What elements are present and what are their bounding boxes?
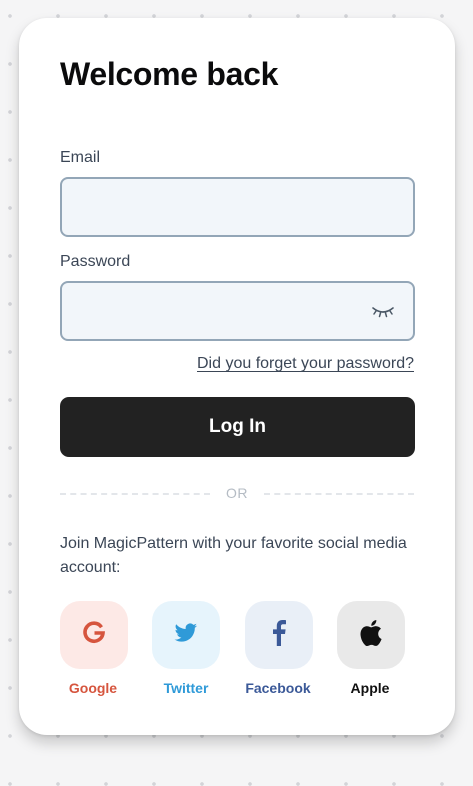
twitter-button[interactable] bbox=[152, 601, 220, 669]
password-label: Password bbox=[60, 253, 131, 270]
login-card: Welcome back Email Password Did you forg… bbox=[19, 18, 455, 735]
email-field[interactable] bbox=[60, 177, 415, 237]
divider-right bbox=[264, 493, 414, 495]
twitter-label: Twitter bbox=[163, 680, 209, 696]
apple-label: Apple bbox=[350, 680, 390, 696]
page-title: Welcome back bbox=[60, 56, 279, 92]
facebook-label: Facebook bbox=[245, 680, 311, 696]
email-label: Email bbox=[60, 149, 101, 166]
password-field[interactable] bbox=[60, 281, 415, 341]
facebook-button[interactable] bbox=[245, 601, 313, 669]
apple-button[interactable] bbox=[337, 601, 405, 669]
google-icon bbox=[81, 620, 107, 651]
twitter-icon bbox=[174, 623, 198, 648]
eye-closed-icon[interactable] bbox=[371, 303, 395, 321]
apple-icon bbox=[360, 619, 382, 651]
google-button[interactable] bbox=[60, 601, 128, 669]
login-button[interactable]: Log In bbox=[60, 397, 415, 457]
forgot-password-link[interactable]: Did you forget your password? bbox=[197, 355, 414, 373]
google-label: Google bbox=[68, 680, 118, 696]
social-prompt: Join MagicPattern with your favorite soc… bbox=[60, 535, 407, 576]
facebook-icon bbox=[272, 619, 286, 651]
